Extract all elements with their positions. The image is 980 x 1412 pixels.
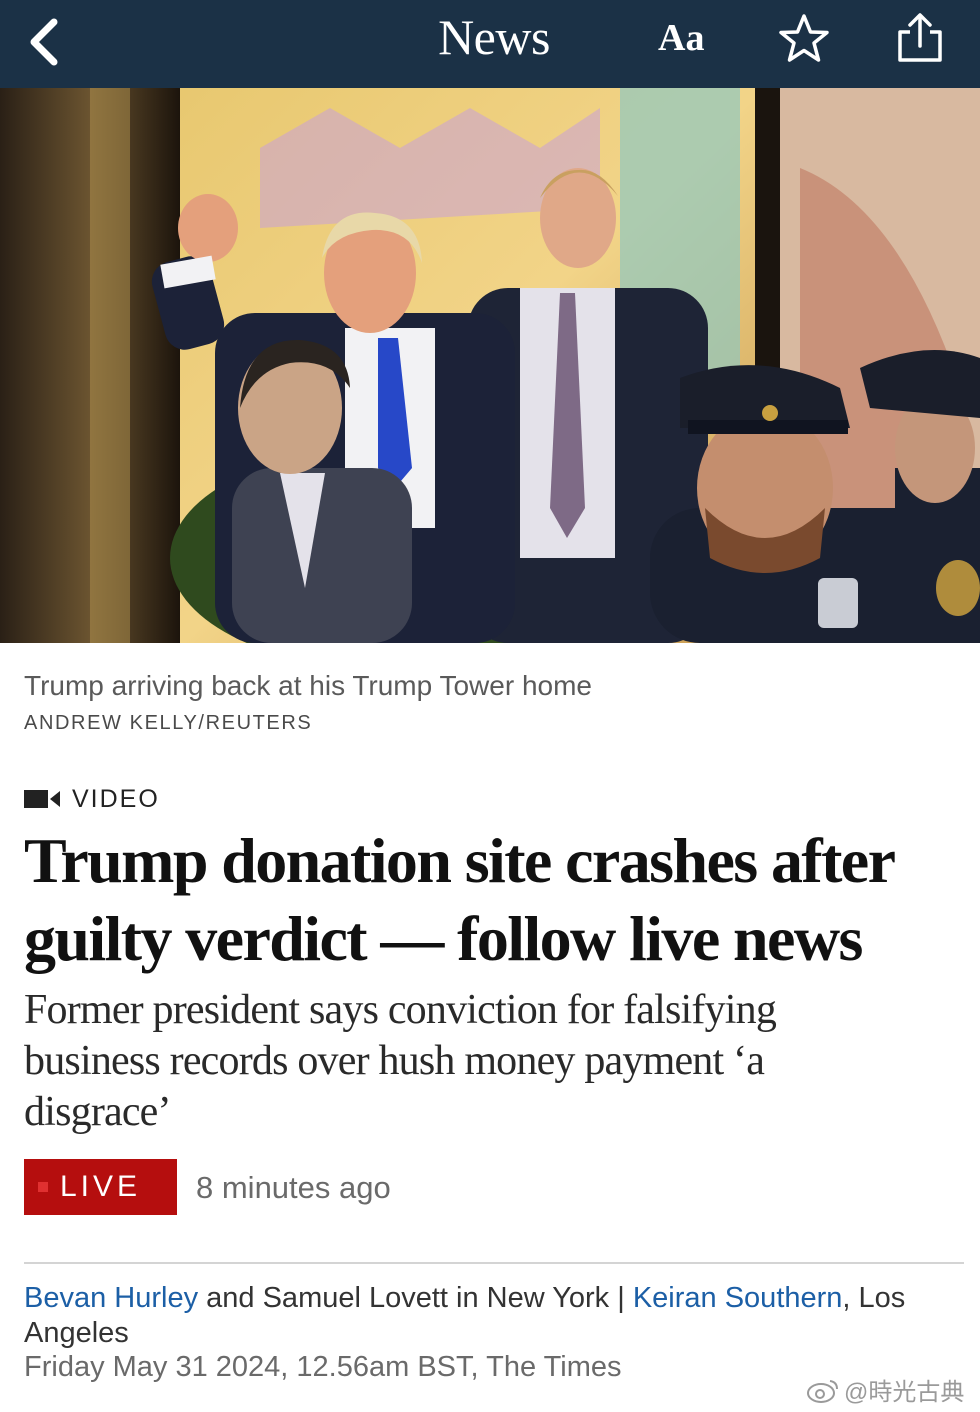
video-tag-label: VIDEO	[72, 784, 160, 813]
dateline: Friday May 31 2024, 12.56am BST, The Tim…	[24, 1351, 622, 1383]
top-nav-bar: News Aa	[0, 0, 980, 88]
byline-text: and Samuel Lovett in New York |	[198, 1282, 633, 1314]
photo-credit: ANDREW KELLY/REUTERS	[24, 712, 313, 734]
byline: Bevan Hurley and Samuel Lovett in New Yo…	[24, 1281, 954, 1351]
photo-caption: Trump arriving back at his Trump Tower h…	[24, 670, 592, 701]
watermark-text: @時光古典	[844, 1379, 965, 1406]
author-link-keiran-southern[interactable]: Keiran Southern	[633, 1282, 843, 1314]
star-icon[interactable]	[776, 12, 832, 66]
updated-time: 8 minutes ago	[196, 1170, 391, 1205]
section-title: News	[438, 9, 550, 65]
article-standfirst: Former president says conviction for fal…	[24, 987, 777, 1135]
headline-line-2: guilty verdict — follow live news	[24, 903, 863, 974]
live-label: LIVE	[59, 1170, 142, 1203]
share-icon[interactable]	[892, 10, 948, 66]
article-headline: Trump donation site crashes after guilty…	[24, 822, 974, 978]
headline-line-1: Trump donation site crashes after	[24, 825, 896, 896]
live-badge: LIVE	[24, 1159, 177, 1215]
author-link-bevan-hurley[interactable]: Bevan Hurley	[24, 1282, 198, 1314]
live-dot-icon	[38, 1182, 48, 1192]
video-tag[interactable]: VIDEO	[24, 784, 160, 814]
video-camera-icon	[24, 790, 60, 808]
weibo-logo-icon	[807, 1379, 838, 1403]
font-size-button[interactable]: Aa	[658, 16, 704, 60]
divider	[24, 1262, 964, 1264]
watermark: @時光古典	[806, 1372, 964, 1407]
hero-photo[interactable]	[0, 88, 980, 643]
